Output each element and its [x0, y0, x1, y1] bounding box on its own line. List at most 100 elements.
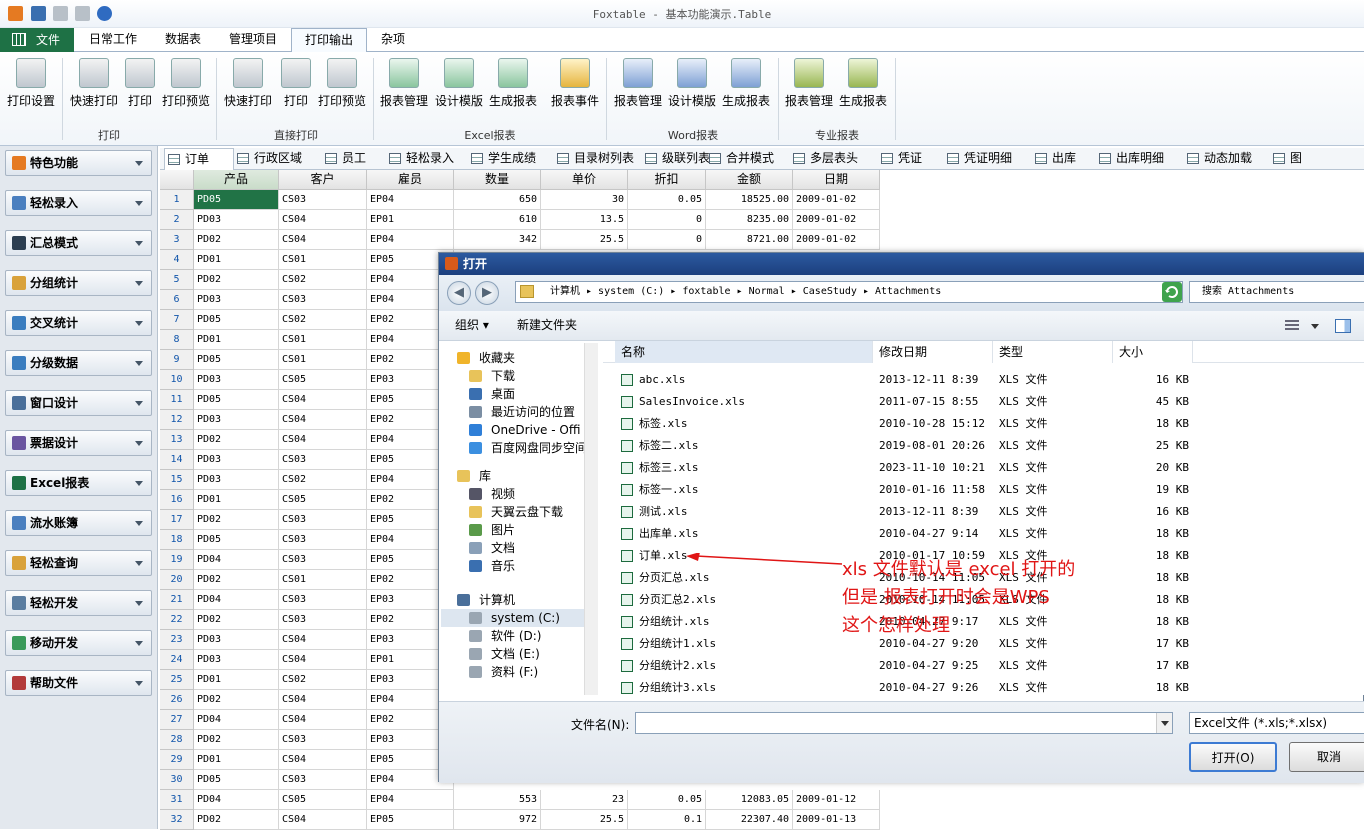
table-cell[interactable]: PD02 — [194, 810, 279, 830]
tree-item[interactable]: 视频 — [441, 485, 584, 503]
table-cell[interactable]: 2009-01-02 — [793, 190, 880, 210]
table-cell[interactable]: EP04 — [367, 190, 454, 210]
sidebar-item[interactable]: 轻松查询 — [5, 550, 152, 576]
chevron-down-icon[interactable] — [135, 201, 143, 206]
table-cell[interactable]: PD01 — [194, 250, 279, 270]
word-design-template-button[interactable]: 设计模版 — [666, 58, 718, 109]
table-cell[interactable]: PD02 — [194, 570, 279, 590]
tree-item[interactable]: 音乐 — [441, 557, 584, 575]
table-cell[interactable]: CS01 — [279, 350, 367, 370]
tree-item[interactable]: 计算机 — [441, 591, 584, 609]
column-header[interactable]: 雇员 — [367, 170, 454, 190]
table-cell[interactable]: 553 — [454, 790, 541, 810]
table-cell[interactable]: PD02 — [194, 690, 279, 710]
table-cell[interactable]: CS04 — [279, 210, 367, 230]
sidebar-item[interactable]: 票据设计 — [5, 430, 152, 456]
chevron-down-icon[interactable] — [135, 481, 143, 486]
table-cell[interactable]: CS03 — [279, 530, 367, 550]
table-cell[interactable]: PD05 — [194, 190, 279, 210]
table-cell[interactable]: PD01 — [194, 670, 279, 690]
chevron-down-icon[interactable] — [135, 241, 143, 246]
doc-tab[interactable]: 凭证 — [878, 148, 944, 170]
table-cell[interactable]: PD02 — [194, 610, 279, 630]
sidebar-item[interactable]: 交叉统计 — [5, 310, 152, 336]
table-cell[interactable]: CS03 — [279, 770, 367, 790]
table-cell[interactable]: 22307.40 — [706, 810, 793, 830]
print-preview-button[interactable]: 打印预览 — [160, 58, 212, 109]
table-cell[interactable]: CS03 — [279, 550, 367, 570]
file-row[interactable]: 分组统计2.xls 2010-04-27 9:25 XLS 文件 17 KB — [603, 655, 1364, 677]
table-cell[interactable]: 0 — [628, 230, 706, 250]
chevron-down-icon[interactable] — [135, 521, 143, 526]
table-cell[interactable]: CS03 — [279, 510, 367, 530]
table-cell[interactable]: 2009-01-02 — [793, 230, 880, 250]
table-cell[interactable]: PD05 — [194, 530, 279, 550]
table-cell[interactable]: PD01 — [194, 330, 279, 350]
table-cell[interactable]: PD03 — [194, 650, 279, 670]
table-cell[interactable]: PD03 — [194, 450, 279, 470]
table-cell[interactable]: PD04 — [194, 590, 279, 610]
table-cell[interactable]: 30 — [541, 190, 628, 210]
table-cell[interactable]: CS04 — [279, 230, 367, 250]
tree-item[interactable]: 库 — [441, 467, 584, 485]
table-cell[interactable]: CS04 — [279, 810, 367, 830]
doc-tab[interactable]: 学生成绩 — [468, 148, 554, 170]
table-cell[interactable]: PD04 — [194, 550, 279, 570]
tree-item[interactable]: 文档 — [441, 539, 584, 557]
chevron-down-icon[interactable] — [135, 361, 143, 366]
word-generate-report-button[interactable]: 生成报表 — [720, 58, 772, 109]
table-cell[interactable]: PD04 — [194, 710, 279, 730]
table-cell[interactable]: PD01 — [194, 750, 279, 770]
table-cell[interactable]: PD03 — [194, 370, 279, 390]
table-cell[interactable]: CS05 — [279, 370, 367, 390]
view-options-icon[interactable] — [1285, 320, 1299, 332]
column-header[interactable]: 折扣 — [628, 170, 706, 190]
file-type-select[interactable]: Excel文件 (*.xls;*.xlsx) — [1189, 712, 1364, 734]
tree-item[interactable]: 图片 — [441, 521, 584, 539]
table-cell[interactable]: CS02 — [279, 670, 367, 690]
table-cell[interactable]: CS03 — [279, 590, 367, 610]
excel-report-manage-button[interactable]: 报表管理 — [378, 58, 430, 109]
doc-tab[interactable]: 凭证明细 — [944, 148, 1032, 170]
table-cell[interactable]: PD03 — [194, 470, 279, 490]
print-settings-button[interactable]: 打印设置 — [6, 58, 56, 109]
sidebar-item[interactable]: 流水账簿 — [5, 510, 152, 536]
chevron-down-icon[interactable] — [135, 681, 143, 686]
table-cell[interactable]: CS01 — [279, 330, 367, 350]
table-cell[interactable]: CS03 — [279, 290, 367, 310]
back-button[interactable]: ◀ — [447, 281, 471, 305]
tree-item[interactable]: 文档 (E:) — [441, 645, 584, 663]
pro-generate-report-button[interactable]: 生成报表 — [837, 58, 889, 109]
tree-item[interactable]: 百度网盘同步空间 — [441, 439, 584, 457]
table-cell[interactable]: CS03 — [279, 450, 367, 470]
search-input[interactable]: 搜索 Attachments — [1189, 281, 1364, 303]
sidebar-item[interactable]: 分组统计 — [5, 270, 152, 296]
table-cell[interactable]: PD03 — [194, 290, 279, 310]
table-row[interactable]: 31 PD04 CS05 EP04 553 23 0.05 12083.05 2009-01-1… — [160, 790, 880, 810]
file-row[interactable]: 标签.xls 2010-10-28 15:12 XLS 文件 18 KB — [603, 413, 1364, 435]
column-header[interactable]: 单价 — [541, 170, 628, 190]
doc-tab[interactable]: 订单 — [164, 148, 234, 170]
file-row[interactable]: 标签二.xls 2019-08-01 20:26 XLS 文件 25 KB — [603, 435, 1364, 457]
table-cell[interactable]: PD05 — [194, 390, 279, 410]
table-cell[interactable]: CS04 — [279, 430, 367, 450]
sidebar-item[interactable]: 移动开发 — [5, 630, 152, 656]
quick-print-button[interactable]: 快速打印 — [68, 58, 120, 109]
tree-scrollbar[interactable] — [584, 343, 598, 695]
sidebar-item[interactable]: 特色功能 — [5, 150, 152, 176]
table-cell[interactable]: PD03 — [194, 630, 279, 650]
direct-print-preview-button[interactable]: 打印预览 — [316, 58, 368, 109]
new-folder-button[interactable]: 新建文件夹 — [517, 311, 577, 341]
table-cell[interactable]: CS01 — [279, 570, 367, 590]
tree-item[interactable]: 最近访问的位置 — [441, 403, 584, 421]
table-cell[interactable]: 25.5 — [541, 810, 628, 830]
table-cell[interactable]: PD01 — [194, 490, 279, 510]
column-type[interactable]: 类型 — [993, 341, 1113, 363]
tree-item[interactable]: 天翼云盘下载 — [441, 503, 584, 521]
address-bar[interactable]: 计算机 ▸ system (C:) ▸ foxtable ▸ Normal ▸ … — [515, 281, 1183, 303]
table-cell[interactable]: CS04 — [279, 710, 367, 730]
tab-print-output[interactable]: 打印输出 — [291, 28, 367, 53]
table-cell[interactable]: CS02 — [279, 470, 367, 490]
table-cell[interactable]: PD05 — [194, 310, 279, 330]
table-cell[interactable]: 972 — [454, 810, 541, 830]
